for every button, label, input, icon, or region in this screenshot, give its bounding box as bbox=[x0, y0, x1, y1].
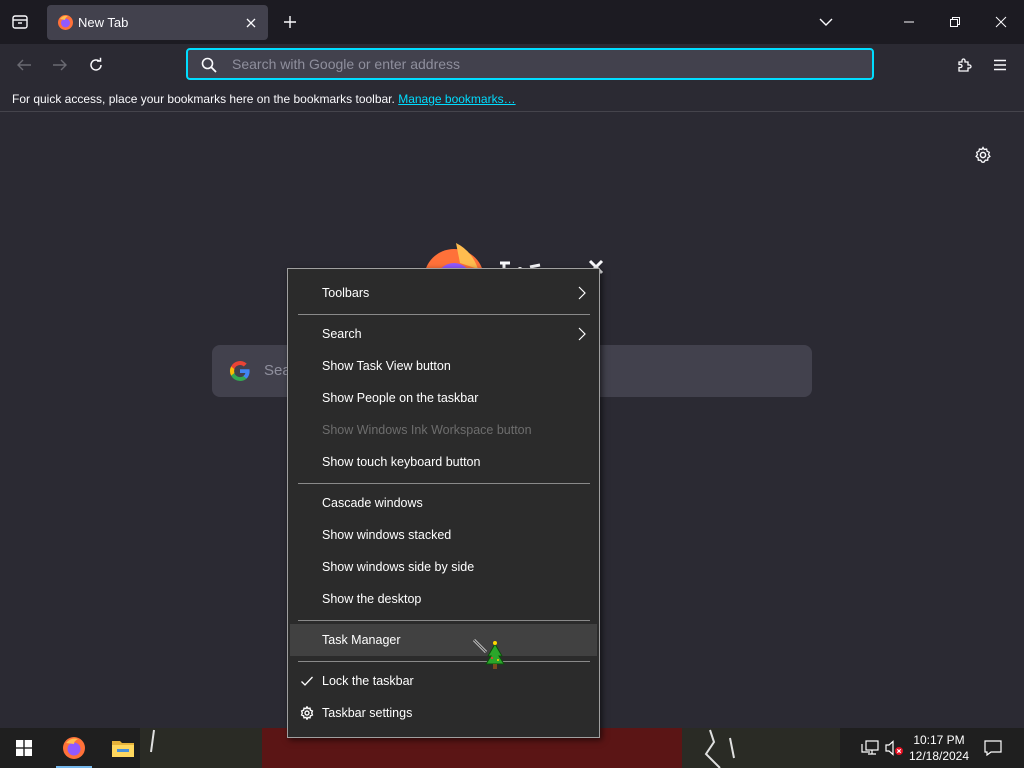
menu-separator bbox=[298, 314, 590, 315]
app-menu-button[interactable] bbox=[985, 50, 1015, 80]
close-icon bbox=[246, 18, 256, 28]
arrow-left-icon bbox=[17, 59, 31, 71]
menu-item-label: Lock the taskbar bbox=[322, 674, 414, 688]
start-button[interactable] bbox=[0, 728, 48, 768]
menu-separator bbox=[298, 620, 590, 621]
forward-button[interactable] bbox=[45, 50, 75, 80]
minimize-icon bbox=[904, 21, 914, 23]
menu-item-show-task-view[interactable]: Show Task View button bbox=[290, 350, 597, 382]
file-explorer-icon bbox=[112, 741, 134, 757]
clock-date: 12/18/2024 bbox=[908, 749, 970, 763]
menu-item-show-desktop[interactable]: Show the desktop bbox=[290, 583, 597, 615]
restore-button[interactable] bbox=[932, 0, 978, 44]
menu-item-windows-side-by-side[interactable]: Show windows side by side bbox=[290, 551, 597, 583]
menu-item-label: Show touch keyboard button bbox=[322, 455, 481, 469]
new-tab-button[interactable] bbox=[277, 9, 303, 35]
bookmarks-toolbar: For quick access, place your bookmarks h… bbox=[0, 86, 1024, 112]
menu-item-task-manager[interactable]: Task Manager bbox=[290, 624, 597, 656]
address-bar[interactable] bbox=[186, 48, 874, 80]
tab-new-tab[interactable]: New Tab bbox=[47, 5, 268, 40]
menu-item-label: Toolbars bbox=[322, 286, 370, 300]
menu-item-label: Taskbar settings bbox=[322, 706, 413, 720]
personalize-settings-button[interactable] bbox=[971, 143, 995, 167]
notification-icon bbox=[984, 740, 1002, 756]
taskbar-file-explorer[interactable] bbox=[99, 728, 147, 768]
tab-list-icon bbox=[12, 15, 28, 29]
menu-item-label: Show Windows Ink Workspace button bbox=[322, 423, 532, 437]
manage-bookmarks-link[interactable]: Manage bookmarks… bbox=[398, 92, 515, 106]
reload-icon bbox=[90, 57, 102, 71]
arrow-right-icon bbox=[53, 59, 67, 71]
menu-item-label: Cascade windows bbox=[322, 496, 423, 510]
firefox-icon bbox=[63, 737, 85, 759]
mouse-cursor-icon bbox=[472, 638, 505, 669]
menu-item-show-touch-keyboard[interactable]: Show touch keyboard button bbox=[290, 446, 597, 478]
menu-separator bbox=[298, 661, 590, 662]
tab-close-button[interactable] bbox=[240, 12, 262, 34]
menu-item-cascade-windows[interactable]: Cascade windows bbox=[290, 487, 597, 519]
menu-item-label: Show windows side by side bbox=[322, 560, 475, 574]
menu-item-label: Show Task View button bbox=[322, 359, 451, 373]
menu-item-label: Show People on the taskbar bbox=[322, 391, 479, 405]
menu-item-label: Task Manager bbox=[322, 633, 401, 647]
close-icon bbox=[995, 16, 1007, 28]
action-center-button[interactable] bbox=[978, 728, 1008, 768]
bookmarks-message-row: For quick access, place your bookmarks h… bbox=[12, 92, 516, 106]
menu-item-label: Show the desktop bbox=[322, 592, 422, 606]
menu-item-taskbar-settings[interactable]: Taskbar settings bbox=[290, 697, 597, 729]
reload-button[interactable] bbox=[81, 50, 111, 80]
hamburger-menu-icon bbox=[994, 59, 1006, 71]
menu-item-label: Search bbox=[322, 327, 362, 341]
checkmark-icon bbox=[301, 676, 313, 686]
taskbar-context-menu: Toolbars Search Show Task View button Sh… bbox=[287, 268, 600, 738]
volume-tray-button[interactable] bbox=[884, 738, 904, 758]
puzzle-piece-icon bbox=[958, 58, 972, 72]
plus-icon bbox=[284, 16, 296, 28]
tab-list-button[interactable] bbox=[6, 8, 34, 36]
network-tray-button[interactable] bbox=[860, 738, 880, 758]
menu-item-label: Show windows stacked bbox=[322, 528, 452, 542]
network-icon bbox=[861, 740, 879, 755]
menu-item-toolbars[interactable]: Toolbars bbox=[290, 277, 597, 309]
address-input[interactable] bbox=[232, 50, 852, 78]
menu-separator bbox=[298, 483, 590, 484]
minimize-button[interactable] bbox=[886, 0, 932, 44]
tab-title: New Tab bbox=[78, 15, 129, 30]
list-all-tabs-button[interactable] bbox=[812, 9, 840, 35]
gear-icon bbox=[975, 146, 991, 163]
bookmarks-message: For quick access, place your bookmarks h… bbox=[12, 92, 395, 106]
chevron-down-icon bbox=[819, 18, 833, 26]
clock-time: 10:17 PM bbox=[913, 733, 965, 747]
google-logo-icon bbox=[230, 361, 250, 382]
chevron-right-icon bbox=[578, 327, 586, 341]
menu-item-lock-taskbar[interactable]: Lock the taskbar bbox=[290, 665, 597, 697]
extensions-button[interactable] bbox=[950, 50, 980, 80]
tab-strip: New Tab bbox=[0, 0, 1024, 44]
menu-item-show-ink-workspace: Show Windows Ink Workspace button bbox=[290, 414, 597, 446]
search-icon bbox=[201, 57, 217, 73]
firefox-favicon-icon bbox=[58, 15, 73, 30]
taskbar-firefox[interactable] bbox=[50, 728, 98, 768]
wallpaper-doodle-icon bbox=[704, 729, 735, 768]
taskbar-clock[interactable]: 10:17 PM 12/18/2024 bbox=[904, 732, 974, 764]
close-window-button[interactable] bbox=[978, 0, 1024, 44]
windows-logo-icon bbox=[16, 740, 32, 756]
gear-icon bbox=[300, 706, 314, 720]
volume-muted-icon bbox=[885, 740, 903, 756]
menu-item-show-people[interactable]: Show People on the taskbar bbox=[290, 382, 597, 414]
back-button[interactable] bbox=[9, 50, 39, 80]
menu-item-windows-stacked[interactable]: Show windows stacked bbox=[290, 519, 597, 551]
restore-icon bbox=[950, 17, 960, 27]
chevron-right-icon bbox=[578, 286, 586, 300]
menu-item-search[interactable]: Search bbox=[290, 318, 597, 350]
navigation-toolbar bbox=[0, 44, 1024, 86]
